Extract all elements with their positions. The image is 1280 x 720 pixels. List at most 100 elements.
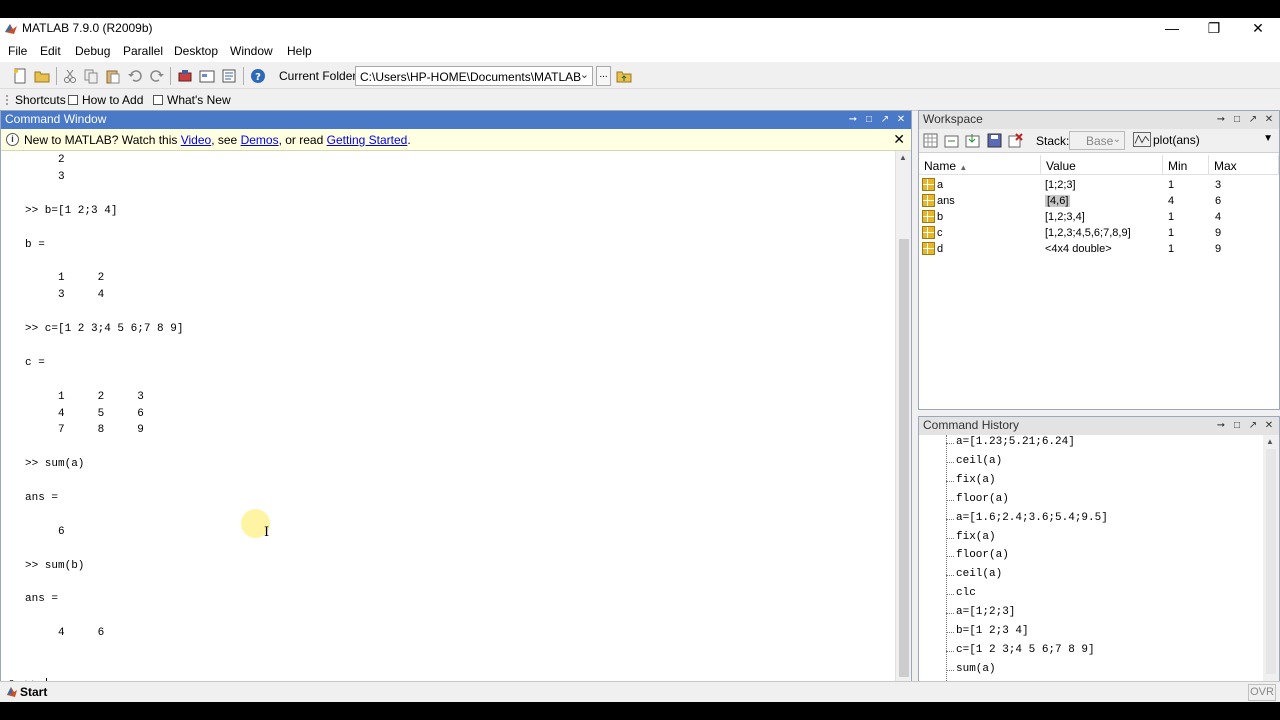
stack-dropdown[interactable]: Base ⌄: [1069, 131, 1125, 150]
maximize-icon[interactable]: □: [1229, 417, 1245, 434]
undo-icon[interactable]: [127, 68, 143, 84]
history-item[interactable]: c=[1 2 3;4 5 6;7 8 9]: [946, 644, 1095, 656]
close-icon[interactable]: ✕: [1261, 111, 1277, 128]
undock-icon[interactable]: ➞: [1213, 111, 1229, 128]
minimize-button[interactable]: —: [1150, 18, 1194, 40]
new-variable-icon[interactable]: [923, 133, 938, 148]
import-data-icon[interactable]: [965, 133, 980, 148]
command-output-line: >> sum(b): [25, 559, 85, 572]
close-icon[interactable]: ✕: [893, 111, 909, 128]
scrollbar-thumb[interactable]: [1266, 449, 1276, 674]
menu-parallel[interactable]: Parallel: [123, 44, 163, 58]
undock-arrow-icon[interactable]: ↗: [1245, 111, 1261, 128]
workspace-row[interactable]: a [1;2;3] 1 3: [919, 177, 1279, 193]
history-item[interactable]: a=[1.23;5.21;6.24]: [946, 436, 1075, 448]
history-item[interactable]: fix(a): [946, 474, 996, 486]
undock-arrow-icon[interactable]: ↗: [1245, 417, 1261, 434]
save-workspace-icon[interactable]: [987, 133, 1002, 148]
menu-desktop[interactable]: Desktop: [174, 44, 218, 58]
close-icon[interactable]: ✕: [1261, 417, 1277, 434]
getting-started-link[interactable]: Getting Started: [327, 133, 408, 147]
start-button[interactable]: Start: [2, 684, 52, 701]
column-header-min[interactable]: Min: [1163, 155, 1209, 175]
help-icon[interactable]: ?: [250, 68, 266, 84]
history-item[interactable]: ceil(a): [945, 568, 1002, 580]
redo-icon[interactable]: [149, 68, 165, 84]
browse-folder-button[interactable]: ...: [596, 66, 611, 86]
command-output-line: 3 4: [25, 289, 105, 302]
chevron-down-icon[interactable]: ⌄: [580, 68, 589, 81]
how-to-add-link[interactable]: How to Add: [68, 93, 143, 107]
column-header-name[interactable]: Name ▲: [919, 155, 1041, 175]
plot-selector-dropdown[interactable]: plot(ans) ▼: [1129, 131, 1277, 150]
variable-max: 9: [1215, 243, 1222, 255]
open-variable-icon[interactable]: [944, 133, 959, 148]
chevron-down-icon[interactable]: ▼: [1263, 133, 1273, 144]
plot-selector-label: plot(ans): [1153, 133, 1200, 147]
scrollbar-thumb[interactable]: [899, 239, 909, 677]
close-icon[interactable]: ✕: [893, 131, 905, 148]
maximize-icon[interactable]: □: [1229, 111, 1245, 128]
close-window-button[interactable]: ✕: [1236, 18, 1280, 40]
whats-new-link[interactable]: What's New: [153, 93, 231, 107]
shortcuts-bar: Shortcuts How to Add What's New: [0, 89, 1280, 111]
cut-icon[interactable]: [62, 68, 78, 84]
workspace-row[interactable]: ans [4,6] 4 6: [919, 193, 1279, 209]
maximize-icon[interactable]: □: [861, 111, 877, 128]
workspace-panel: Workspace ➞ □ ↗ ✕ Stack: Base ⌄ plot(ans) ▼ …: [918, 110, 1280, 410]
history-scrollbar[interactable]: ▲ ▼: [1263, 435, 1279, 695]
undock-icon[interactable]: ➞: [1213, 417, 1229, 434]
undock-arrow-icon[interactable]: ↗: [877, 111, 893, 128]
menu-window[interactable]: Window: [230, 44, 273, 58]
workspace-row[interactable]: b [1,2;3,4] 1 4: [919, 209, 1279, 225]
menu-debug[interactable]: Debug: [75, 44, 110, 58]
variable-min: 1: [1168, 211, 1175, 223]
history-item[interactable]: floor(a): [946, 549, 1009, 561]
command-window-scrollbar[interactable]: ▲ ▼: [895, 151, 911, 695]
variable-value: [1;2;3]: [1045, 179, 1076, 191]
simulink-icon[interactable]: [177, 68, 193, 84]
profiler-icon[interactable]: [221, 68, 237, 84]
history-item[interactable]: sum(a): [946, 663, 996, 675]
command-history-titlebar[interactable]: Command History ➞ □ ↗ ✕: [919, 417, 1279, 435]
chevron-down-icon[interactable]: ⌄: [1113, 134, 1121, 145]
scroll-up-icon[interactable]: ▲: [899, 153, 907, 162]
history-item[interactable]: clc: [946, 587, 976, 599]
history-item[interactable]: a=[1;2;3]: [945, 606, 1015, 618]
workspace-row[interactable]: d <4x4 double> 1 9: [919, 241, 1279, 257]
toolbar-separator: [56, 67, 57, 85]
new-file-icon[interactable]: [12, 68, 28, 84]
history-item[interactable]: b=[1 2;3 4]: [946, 625, 1029, 637]
command-window-titlebar[interactable]: Command Window ➞ □ ↗ ✕: [1, 111, 911, 129]
video-link[interactable]: Video: [181, 133, 211, 147]
workspace-title: Workspace: [923, 112, 983, 126]
matrix-variable-icon: [922, 242, 935, 255]
current-folder-combobox[interactable]: C:\Users\HP-HOME\Documents\MATLAB ⌄: [355, 66, 593, 86]
open-folder-icon[interactable]: [34, 68, 50, 84]
workspace-titlebar[interactable]: Workspace ➞ □ ↗ ✕: [919, 111, 1279, 129]
column-header-max[interactable]: Max: [1209, 155, 1279, 175]
shortcuts-button[interactable]: Shortcuts: [15, 93, 66, 107]
paste-icon[interactable]: [105, 68, 121, 84]
column-header-value[interactable]: Value: [1041, 155, 1163, 175]
history-item[interactable]: floor(a): [946, 493, 1009, 505]
restore-button[interactable]: ❐: [1192, 18, 1236, 40]
scroll-up-icon[interactable]: ▲: [1266, 437, 1274, 446]
menu-help[interactable]: Help: [287, 44, 312, 58]
up-folder-icon[interactable]: [616, 68, 632, 84]
history-item[interactable]: fix(a): [946, 531, 996, 543]
menu-file[interactable]: File: [8, 44, 27, 58]
undock-icon[interactable]: ➞: [845, 111, 861, 128]
history-item[interactable]: a=[1.6;2.4;3.6;5.4;9.5]: [946, 512, 1108, 524]
toolbar-separator: [170, 67, 171, 85]
command-output-line: c =: [25, 356, 45, 369]
guide-icon[interactable]: [199, 68, 215, 84]
variable-name: a: [937, 179, 944, 191]
demos-link[interactable]: Demos: [241, 133, 279, 147]
menu-edit[interactable]: Edit: [40, 44, 61, 58]
history-item[interactable]: ceil(a): [945, 455, 1002, 467]
delete-variable-icon[interactable]: [1008, 133, 1023, 148]
workspace-row[interactable]: c [1,2,3;4,5,6;7,8,9] 1 9: [919, 225, 1279, 241]
copy-icon[interactable]: [83, 68, 99, 84]
command-output[interactable]: 2 3 >> b=[1 2;3 4] b = 1 2 3 4 >> c=[1 2 3;…: [1, 151, 895, 679]
